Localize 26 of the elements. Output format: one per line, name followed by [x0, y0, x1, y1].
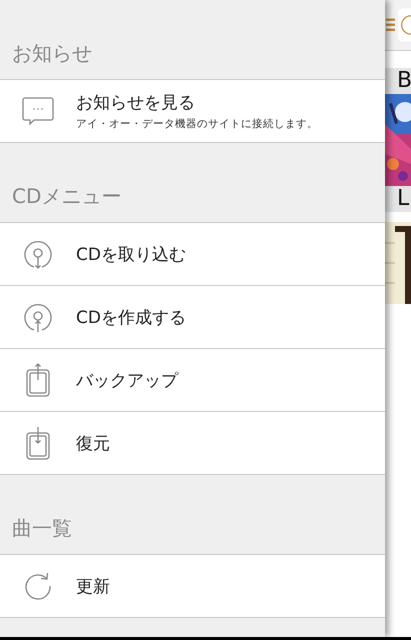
menu-item[interactable]: バックアップ — [0, 349, 385, 412]
refresh-icon — [24, 572, 52, 600]
menu-item-label: CDを取り込む — [76, 244, 186, 266]
menu-icon[interactable] — [386, 18, 396, 32]
disc-down-icon — [23, 238, 53, 270]
menu-item-label: CDを作成する — [76, 306, 186, 328]
menu-item-label: 復元 — [76, 432, 110, 454]
menu-item-label: 更新 — [76, 576, 110, 598]
menu-item-label: お知らせを見る — [76, 92, 196, 114]
disc-up-icon — [23, 301, 53, 333]
chat-bubble-icon — [22, 97, 54, 125]
menu-item-label: バックアップ — [76, 370, 178, 392]
menu-item[interactable]: お知らせを見る アイ・オー・データ機器のサイトに接続します。 — [0, 80, 385, 143]
section-header: 曲一覧 — [0, 475, 385, 555]
menu-item[interactable]: 復元 — [0, 412, 385, 475]
section-header: お知らせ — [0, 0, 385, 80]
download-box-icon — [26, 426, 50, 460]
search-field[interactable] — [398, 7, 411, 43]
menu-item[interactable]: 更新 — [0, 555, 385, 618]
menu-item[interactable]: CDを作成する — [0, 286, 385, 349]
menu-item-description: アイ・オー・データ機器のサイトに接続します。 — [76, 117, 318, 131]
upload-box-icon — [26, 363, 50, 397]
group-letter: B — [385, 68, 411, 94]
menu-item[interactable]: CDを取り込む — [0, 223, 385, 286]
group-letter: L — [385, 186, 411, 212]
section-header: CDメニュー — [0, 143, 385, 223]
